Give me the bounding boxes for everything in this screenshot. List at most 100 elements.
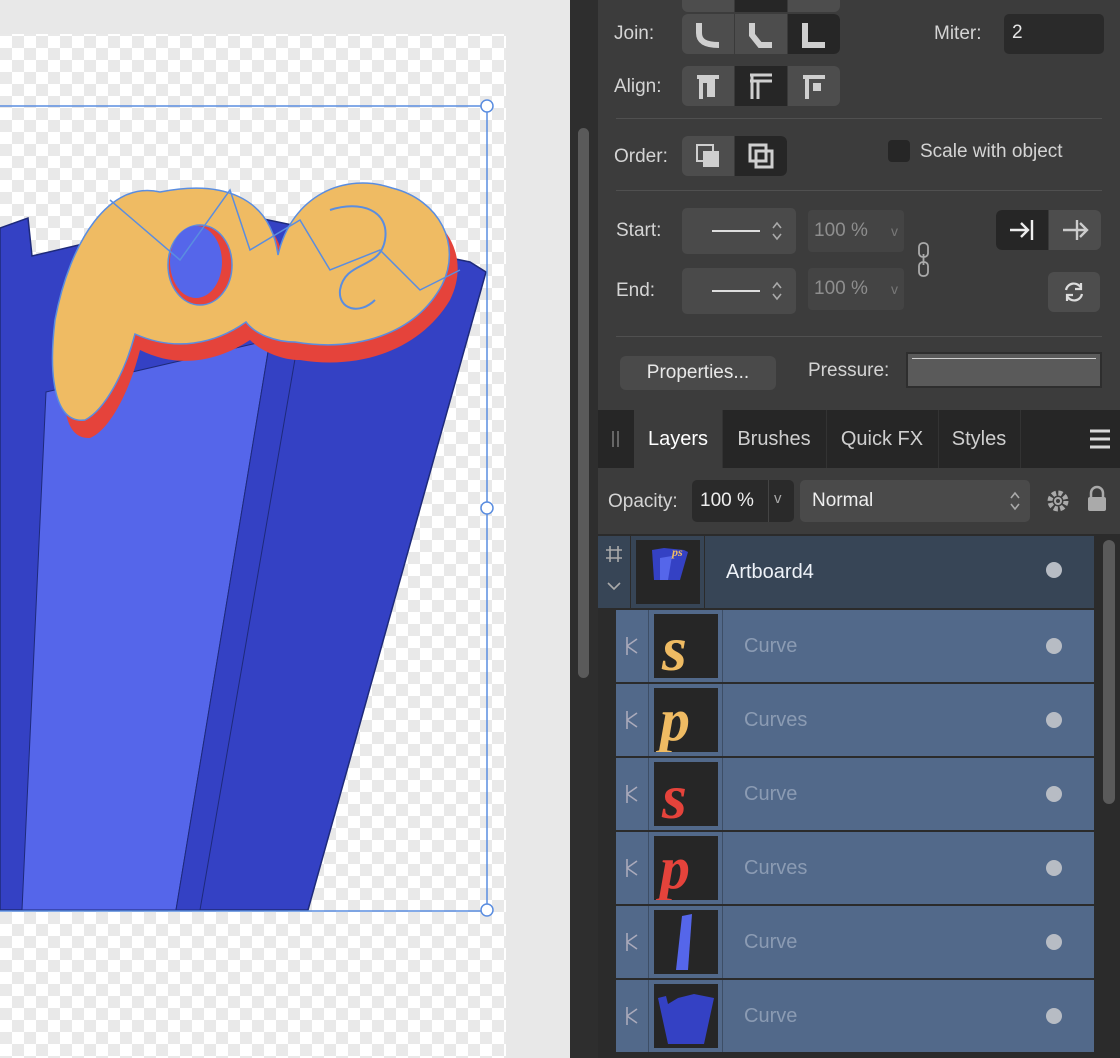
layer-row[interactable]: s Curve [616,758,1094,832]
stroke-panel: Join: Miter: 2 Align: Order: Scale with … [598,0,1120,408]
blend-mode-select[interactable]: Normal [800,480,1030,522]
svg-text:ps: ps [671,545,683,559]
link-icon[interactable] [914,240,934,280]
layer-row[interactable]: p Curves [616,684,1094,758]
align-outside-button[interactable] [788,66,840,106]
gear-icon[interactable] [1044,487,1072,515]
join-bevel-icon [749,23,772,48]
stepper-icon [1010,491,1020,511]
visibility-dot[interactable] [1046,562,1062,578]
expand-chevron-icon[interactable] [606,580,622,592]
align-buttons[interactable] [682,66,840,106]
p-yellow-icon: p [654,687,718,753]
vector-node-icon [626,785,638,803]
lock-icon[interactable] [1086,484,1108,514]
chevron-down-icon: v [774,490,782,507]
end-scale-input[interactable]: 100 % v [808,268,904,310]
visibility-dot[interactable] [1046,712,1062,728]
layers-scrollbar[interactable] [1098,534,1120,1058]
panel-tabs: Layers Brushes Quick FX Styles [598,410,1120,468]
end-arrowhead-select[interactable] [682,268,796,314]
arrow-cross-button[interactable] [1049,210,1101,250]
arrow-end-button[interactable] [996,210,1049,250]
handle-top-right [480,99,494,113]
join-miter-icon [802,23,825,48]
layer-name: Curves [744,709,808,731]
layer-name: Curve [744,931,798,953]
cap-buttons[interactable] [682,0,840,12]
miter-input[interactable]: 2 [1004,14,1104,54]
visibility-dot[interactable] [1046,934,1062,950]
cap-round-button[interactable] [735,0,788,12]
join-miter-button[interactable] [682,14,735,54]
scale-label: Scale with object [920,141,1063,162]
document-canvas[interactable] [0,0,570,1058]
align-inside-button[interactable] [682,66,735,106]
stepper-icon [772,281,782,301]
arrowhead-position-buttons[interactable] [996,210,1101,250]
vector-node-icon [626,933,638,951]
artwork [0,34,506,1058]
end-label: End: [616,280,656,301]
properties-button[interactable]: Properties... [620,356,776,390]
visibility-dot[interactable] [1046,786,1062,802]
tab-styles[interactable]: Styles [938,410,1021,468]
stroke-behind-button[interactable] [682,136,735,176]
handle-middle-right [480,501,494,515]
join-bevel-button[interactable] [735,14,788,54]
grip-icon [612,431,619,447]
layer-opacity-row: Opacity: 100 % v Normal [598,468,1120,534]
tab-quick-fx[interactable]: Quick FX [826,410,939,468]
join-buttons[interactable] [682,14,840,54]
align-center-button[interactable] [735,66,788,106]
svg-text:s: s [661,614,687,678]
order-buttons[interactable] [682,136,787,176]
cap-square-button[interactable] [788,0,840,12]
opacity-input[interactable]: 100 % v [692,480,794,522]
layers-scrollbar-thumb[interactable] [1103,540,1115,804]
arrow-through-line-icon [1063,220,1089,240]
layers-list[interactable]: ps Artboard4 s Curve p Curves s Curve p … [598,534,1120,1058]
panel-grip[interactable] [598,410,634,468]
start-arrowhead-select[interactable] [682,208,796,254]
tab-brushes[interactable]: Brushes [722,410,827,468]
order-label: Order: [614,146,668,167]
layer-name: Curve [744,1005,798,1027]
layer-name: Curve [744,783,798,805]
tab-layers[interactable]: Layers [634,410,723,468]
artboard-hash-icon [606,546,622,562]
handle-bottom-right [480,903,494,917]
refresh-icon [1064,282,1084,302]
scrollbar-thumb[interactable] [578,128,589,678]
svg-text:p: p [655,836,690,900]
join-round-icon [696,23,720,48]
stroke-front-button[interactable] [735,136,787,176]
layer-row[interactable]: Curve [616,906,1094,980]
start-scale-input[interactable]: 100 % v [808,210,904,252]
visibility-dot[interactable] [1046,1008,1062,1024]
canvas-scrollbar[interactable] [570,0,598,1058]
join-square-button[interactable] [788,14,840,54]
swap-arrowheads-button[interactable] [1048,272,1100,312]
scale-checkbox[interactable] [888,140,910,162]
blue-base-icon [654,984,718,1048]
visibility-dot[interactable] [1046,638,1062,654]
cap-butt-button[interactable] [682,0,735,12]
stroke-front-icon [748,143,774,169]
align-inside-icon [697,75,719,99]
layer-row[interactable]: p Curves [616,832,1094,906]
pressure-graph[interactable] [906,352,1102,388]
align-label: Align: [614,76,662,97]
swap-button[interactable] [1048,272,1100,312]
layer-row[interactable]: s Curve [616,610,1094,684]
svg-text:p: p [655,688,690,752]
visibility-dot[interactable] [1046,860,1062,876]
stroke-behind-icon [696,144,719,167]
stepper-icon [772,221,782,241]
start-label: Start: [616,220,662,241]
align-outside-icon [803,75,825,99]
panel-menu-icon[interactable] [1088,428,1112,450]
artboard-row[interactable]: ps Artboard4 [598,536,1094,608]
s-red-icon: s [654,761,718,832]
layer-row[interactable]: Curve [616,980,1094,1054]
